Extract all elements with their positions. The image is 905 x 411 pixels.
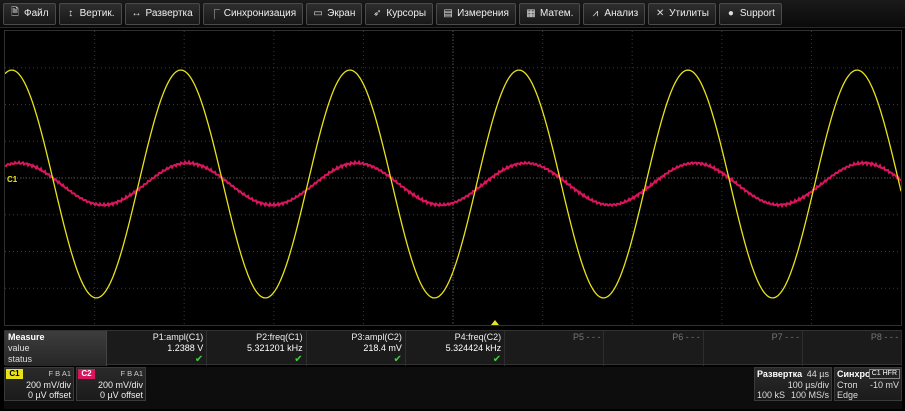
menu-button-7[interactable]: ▦ Матем. xyxy=(518,2,581,25)
channel-c1-marker: C1 xyxy=(7,175,18,184)
menu-label: Support xyxy=(739,8,775,19)
timebase-tdiv: 100 µs/div xyxy=(787,380,829,390)
channel-c2-vdiv: 200 mV/div xyxy=(97,380,143,390)
channel-c1-flags: F B A1 xyxy=(48,369,71,378)
utilities-icon: ✕ xyxy=(655,8,665,19)
menu-label: Курсоры xyxy=(386,8,427,19)
param-name: P8 - - - xyxy=(870,332,899,342)
menu-button-0[interactable]: 🗎 Файл xyxy=(3,2,56,25)
status-check-icon: ✔ xyxy=(294,354,303,365)
menu-button-4[interactable]: ▭ Экран xyxy=(306,2,363,25)
measure-title: Measure xyxy=(8,332,45,342)
param-name: P3:ampl(C2) xyxy=(351,332,402,342)
trigger-mode: Стоп xyxy=(837,380,858,390)
waveform-grid: C1 xyxy=(5,31,901,325)
trigger-level: -10 mV xyxy=(869,380,899,390)
measure-param-1[interactable]: P1:ampl(C1) 1.2388 V ✔ xyxy=(108,331,208,366)
timebase-delay: 44 µs xyxy=(806,369,829,379)
measure-row-status-label: status xyxy=(8,354,33,364)
param-value: 5.324424 kHz xyxy=(445,343,502,353)
param-name: P7 - - - xyxy=(771,332,800,342)
trigger-source: C1 HFR xyxy=(868,369,900,379)
channel-c1-descriptor[interactable]: C1 F B A1 200 mV/div 0 µV offset xyxy=(4,367,74,401)
timebase-descriptor[interactable]: Развертка 44 µs 100 µs/div 100 kS 100 MS… xyxy=(754,367,832,401)
menu-button-9[interactable]: ✕ Утилиты xyxy=(648,2,716,25)
file-icon: 🗎 xyxy=(10,7,20,18)
scope-display[interactable]: C1 xyxy=(4,30,902,326)
channel-c2-offset: 0 µV offset xyxy=(99,390,143,400)
menu-label: Синхронизация xyxy=(223,8,297,19)
cursor-icon: ➶ xyxy=(373,8,382,19)
measure-param-2[interactable]: P2:freq(C1) 5.321201 kHz ✔ xyxy=(207,331,307,366)
param-value: 218.4 mV xyxy=(363,343,402,353)
menu-button-5[interactable]: ➶ Курсоры xyxy=(365,2,434,25)
measure-table[interactable]: Measure value status P1:ampl(C1) 1.2388 V… xyxy=(4,330,903,366)
timebase-rate: 100 MS/s xyxy=(790,390,829,400)
menu-button-6[interactable]: ▤ Измерения xyxy=(436,2,516,25)
trigger-title: Синхро xyxy=(837,369,871,379)
trigger-edge-icon: ⎾ xyxy=(209,10,220,21)
trigger-position-icon xyxy=(491,320,499,325)
menu-button-8[interactable]: ⩘ Анализ xyxy=(583,2,646,25)
info-icon: ● xyxy=(727,8,734,19)
measure-icon: ▤ xyxy=(443,8,453,19)
timebase-title: Развертка xyxy=(757,369,803,379)
channel-strip: C1 F B A1 200 mV/div 0 µV offset C2 F B … xyxy=(4,367,902,409)
channel-c1-vdiv: 200 mV/div xyxy=(25,380,71,390)
status-check-icon: ✔ xyxy=(492,354,502,365)
measure-labels[interactable]: Measure value status xyxy=(5,331,107,366)
channel-c2-flags: F B A1 xyxy=(120,369,143,378)
status-check-icon: ✔ xyxy=(194,354,204,365)
measure-param-4[interactable]: P4:freq(C2) 5.324424 kHz ✔ xyxy=(406,331,506,366)
channel-c2-tag: C2 xyxy=(78,369,95,379)
menu-button-3[interactable]: ⎾ Синхронизация xyxy=(202,2,304,25)
param-value: 1.2388 V xyxy=(167,343,204,353)
channel-c1-tag: C1 xyxy=(6,369,23,379)
menu-label: Файл xyxy=(24,8,49,19)
measure-param-8[interactable]: P8 - - - xyxy=(803,331,903,366)
param-name: P5 - - - xyxy=(572,332,601,342)
measure-param-3[interactable]: P3:ampl(C2) 218.4 mV ✔ xyxy=(307,331,406,366)
param-name: P4:freq(C2) xyxy=(454,332,502,342)
menu-label: Матем. xyxy=(539,8,574,19)
param-name: P1:ampl(C1) xyxy=(152,332,204,342)
param-value: 5.321201 kHz xyxy=(247,343,303,353)
param-name: P6 - - - xyxy=(672,332,700,342)
trigger-type: Edge xyxy=(837,390,859,400)
status-check-icon: ✔ xyxy=(393,354,402,365)
menu-button-2[interactable]: ↔ Развертка xyxy=(124,2,200,25)
menu-label: Экран xyxy=(327,8,356,19)
display-icon: ▭ xyxy=(313,8,323,19)
menu-label: Измерения xyxy=(457,8,509,19)
param-name: P2:freq(C1) xyxy=(256,332,303,342)
menu-label: Вертик. xyxy=(79,8,115,19)
menu-label: Развертка xyxy=(145,8,193,19)
measure-row-value-label: value xyxy=(8,343,30,353)
vertical-arrows-icon: ↕ xyxy=(68,8,74,19)
menu-bar: 🗎 Файл ↕ Вертик. ↔ Развертка ⎾ Синхронизация ▭ Эк… xyxy=(0,0,905,28)
math-icon: ▦ xyxy=(526,8,536,19)
menu-button-1[interactable]: ↕ Вертик. xyxy=(58,2,122,25)
measure-param-5[interactable]: P5 - - - xyxy=(505,331,605,366)
timebase-samples: 100 kS xyxy=(757,390,786,400)
measure-param-7[interactable]: P7 - - - xyxy=(704,331,804,366)
horizontal-arrows-icon: ↔ xyxy=(131,8,142,19)
channel-c2-descriptor[interactable]: C2 F B A1 200 mV/div 0 µV offset xyxy=(76,367,146,401)
menu-label: Утилиты xyxy=(669,8,709,19)
menu-label: Анализ xyxy=(604,8,639,19)
analysis-icon: ⩘ xyxy=(592,8,599,19)
channel-c1-offset: 0 µV offset xyxy=(27,390,71,400)
measure-param-6[interactable]: P6 - - - xyxy=(605,331,704,366)
menu-button-10[interactable]: ● Support xyxy=(718,2,782,25)
trigger-descriptor[interactable]: Синхро C1 HFR Стоп -10 mV Edge xyxy=(834,367,902,401)
